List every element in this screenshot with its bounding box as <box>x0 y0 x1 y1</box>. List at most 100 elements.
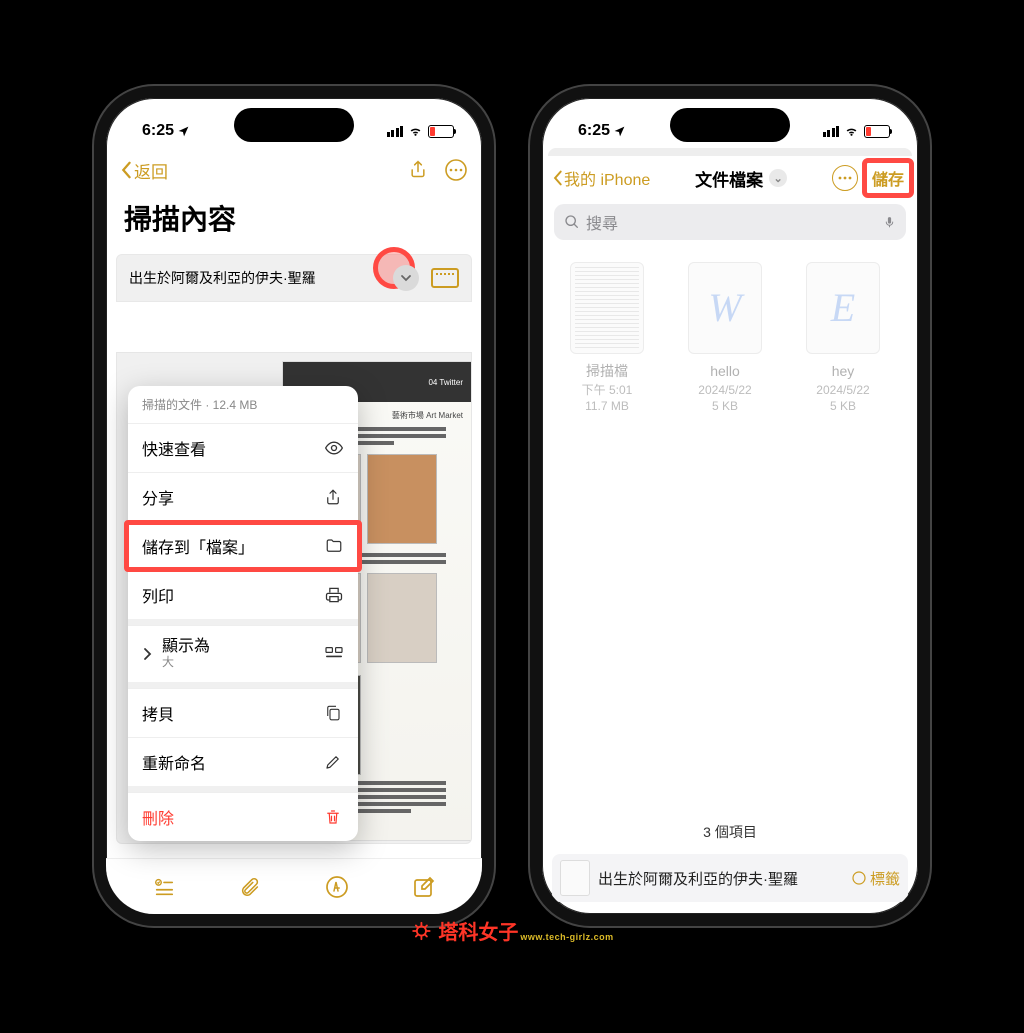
files-nav-bar: 我的 iPhone 文件檔案 ⌄ 儲存 <box>542 156 918 200</box>
tags-button[interactable]: 標籤 <box>851 868 900 889</box>
compose-icon[interactable] <box>412 875 436 899</box>
file-thumbnail: E <box>806 262 880 354</box>
copy-icon <box>324 703 344 723</box>
menu-print[interactable]: 列印 <box>128 570 358 619</box>
files-grid: 掃描檔 下午 5:01 11.7 MB W hello 2024/5/22 5 … <box>542 244 918 433</box>
eye-icon <box>324 438 344 458</box>
expand-chevron-button[interactable] <box>393 265 419 291</box>
pencil-icon <box>324 753 344 771</box>
watermark-text: 塔科女子 <box>438 916 518 945</box>
menu-rename[interactable]: 重新命名 <box>128 737 358 786</box>
save-filename-input[interactable]: 出生於阿爾及利亞的伊夫·聖羅 <box>598 868 843 889</box>
battery-icon <box>864 125 890 138</box>
save-button[interactable]: 儲存 <box>868 164 908 192</box>
menu-delete[interactable]: 刪除 <box>128 792 358 841</box>
notes-toolbar <box>106 858 482 914</box>
trash-icon <box>324 807 344 827</box>
checklist-icon[interactable] <box>152 876 176 898</box>
file-name: hey <box>798 362 888 382</box>
file-thumbnail: W <box>688 262 762 354</box>
phone-notes: 6:25 返回 掃描內容 出生於阿爾及利亞的伊夫·聖羅 <box>94 86 494 926</box>
tag-icon <box>851 870 867 886</box>
markup-icon[interactable] <box>325 875 349 899</box>
chevron-right-icon <box>142 647 152 661</box>
folder-icon <box>324 537 344 555</box>
menu-label: 拷貝 <box>142 701 174 725</box>
cellular-icon <box>387 126 404 137</box>
sheet-indicator <box>548 148 912 156</box>
cellular-icon <box>823 126 840 137</box>
menu-label: 快速查看 <box>142 436 206 460</box>
mic-icon[interactable] <box>883 213 896 231</box>
attachment-icon[interactable] <box>239 875 261 899</box>
back-button[interactable]: 返回 <box>120 158 168 183</box>
wifi-icon <box>407 125 424 138</box>
save-label: 儲存 <box>872 172 904 189</box>
search-field[interactable]: 搜尋 <box>554 204 906 240</box>
files-count: 3 個項目 <box>542 822 918 842</box>
back-label: 我的 iPhone <box>564 166 650 190</box>
file-name: 掃描檔 <box>562 362 652 382</box>
menu-label: 儲存到「檔案」 <box>142 534 254 558</box>
file-item[interactable]: 掃描檔 下午 5:01 11.7 MB <box>562 262 652 415</box>
watermark-icon <box>410 920 432 942</box>
save-thumbnail <box>560 860 590 896</box>
printer-icon <box>324 585 344 605</box>
search-icon <box>564 214 580 230</box>
menu-share[interactable]: 分享 <box>128 472 358 521</box>
battery-icon <box>428 125 454 138</box>
layout-icon <box>324 646 344 662</box>
file-meta: 5 KB <box>680 398 770 415</box>
watermark: 塔科女子 www.tech-girlz.com <box>410 916 613 945</box>
menu-label: 分享 <box>142 485 174 509</box>
menu-header: 掃描的文件 · 12.4 MB <box>128 386 358 423</box>
chevron-down-icon <box>400 272 412 284</box>
watermark-url: www.tech-girlz.com <box>520 932 613 942</box>
scanned-page-header: 04 Twitter <box>428 378 463 387</box>
chevron-down-icon: ⌄ <box>769 169 787 187</box>
nav-bar: 返回 <box>106 148 482 192</box>
dynamic-island <box>670 108 790 142</box>
ellipsis-icon <box>838 176 852 180</box>
menu-sublabel: 大 <box>162 656 210 670</box>
files-title-label: 文件檔案 <box>695 166 763 191</box>
page-title: 掃描內容 <box>106 192 482 248</box>
status-time: 6:25 <box>142 122 174 140</box>
file-name: hello <box>680 362 770 382</box>
menu-label: 列印 <box>142 583 174 607</box>
menu-copy[interactable]: 拷貝 <box>128 688 358 737</box>
files-back-button[interactable]: 我的 iPhone <box>552 166 650 190</box>
file-meta: 下午 5:01 <box>562 382 652 399</box>
save-filename-bar: 出生於阿爾及利亞的伊夫·聖羅 標籤 <box>552 854 908 902</box>
file-meta: 5 KB <box>798 398 888 415</box>
more-button[interactable] <box>832 165 858 191</box>
menu-show-as[interactable]: 顯示為 大 <box>128 625 358 682</box>
back-label: 返回 <box>134 158 168 183</box>
search-placeholder: 搜尋 <box>586 210 618 234</box>
chevron-left-icon <box>552 170 563 186</box>
file-item[interactable]: E hey 2024/5/22 5 KB <box>798 262 888 415</box>
menu-quick-look[interactable]: 快速查看 <box>128 423 358 472</box>
phone-files: 6:25 我的 iPhone 文件檔案 ⌄ 儲存 <box>530 86 930 926</box>
location-icon <box>177 125 190 138</box>
files-title-button[interactable]: 文件檔案 ⌄ <box>695 166 787 191</box>
file-item[interactable]: W hello 2024/5/22 5 KB <box>680 262 770 415</box>
chevron-left-icon <box>120 161 132 179</box>
wifi-icon <box>843 125 860 138</box>
status-time: 6:25 <box>578 122 610 140</box>
document-title: 出生於阿爾及利亞的伊夫·聖羅 <box>129 268 316 288</box>
share-icon <box>324 487 344 507</box>
menu-label: 顯示為 <box>162 638 210 656</box>
share-icon[interactable] <box>408 158 428 180</box>
dynamic-island <box>234 108 354 142</box>
document-header-bar[interactable]: 出生於阿爾及利亞的伊夫·聖羅 <box>116 254 472 302</box>
keyboard-toggle-icon[interactable] <box>431 268 459 288</box>
file-meta: 2024/5/22 <box>680 382 770 399</box>
tags-label: 標籤 <box>870 868 900 889</box>
menu-save-to-files[interactable]: 儲存到「檔案」 <box>128 521 358 570</box>
menu-label: 重新命名 <box>142 750 206 774</box>
file-meta: 2024/5/22 <box>798 382 888 399</box>
context-menu: 掃描的文件 · 12.4 MB 快速查看 分享 儲存到「檔案」 列印 顯示為 大 <box>128 386 358 841</box>
menu-label: 刪除 <box>142 805 174 829</box>
more-icon[interactable] <box>444 158 468 182</box>
